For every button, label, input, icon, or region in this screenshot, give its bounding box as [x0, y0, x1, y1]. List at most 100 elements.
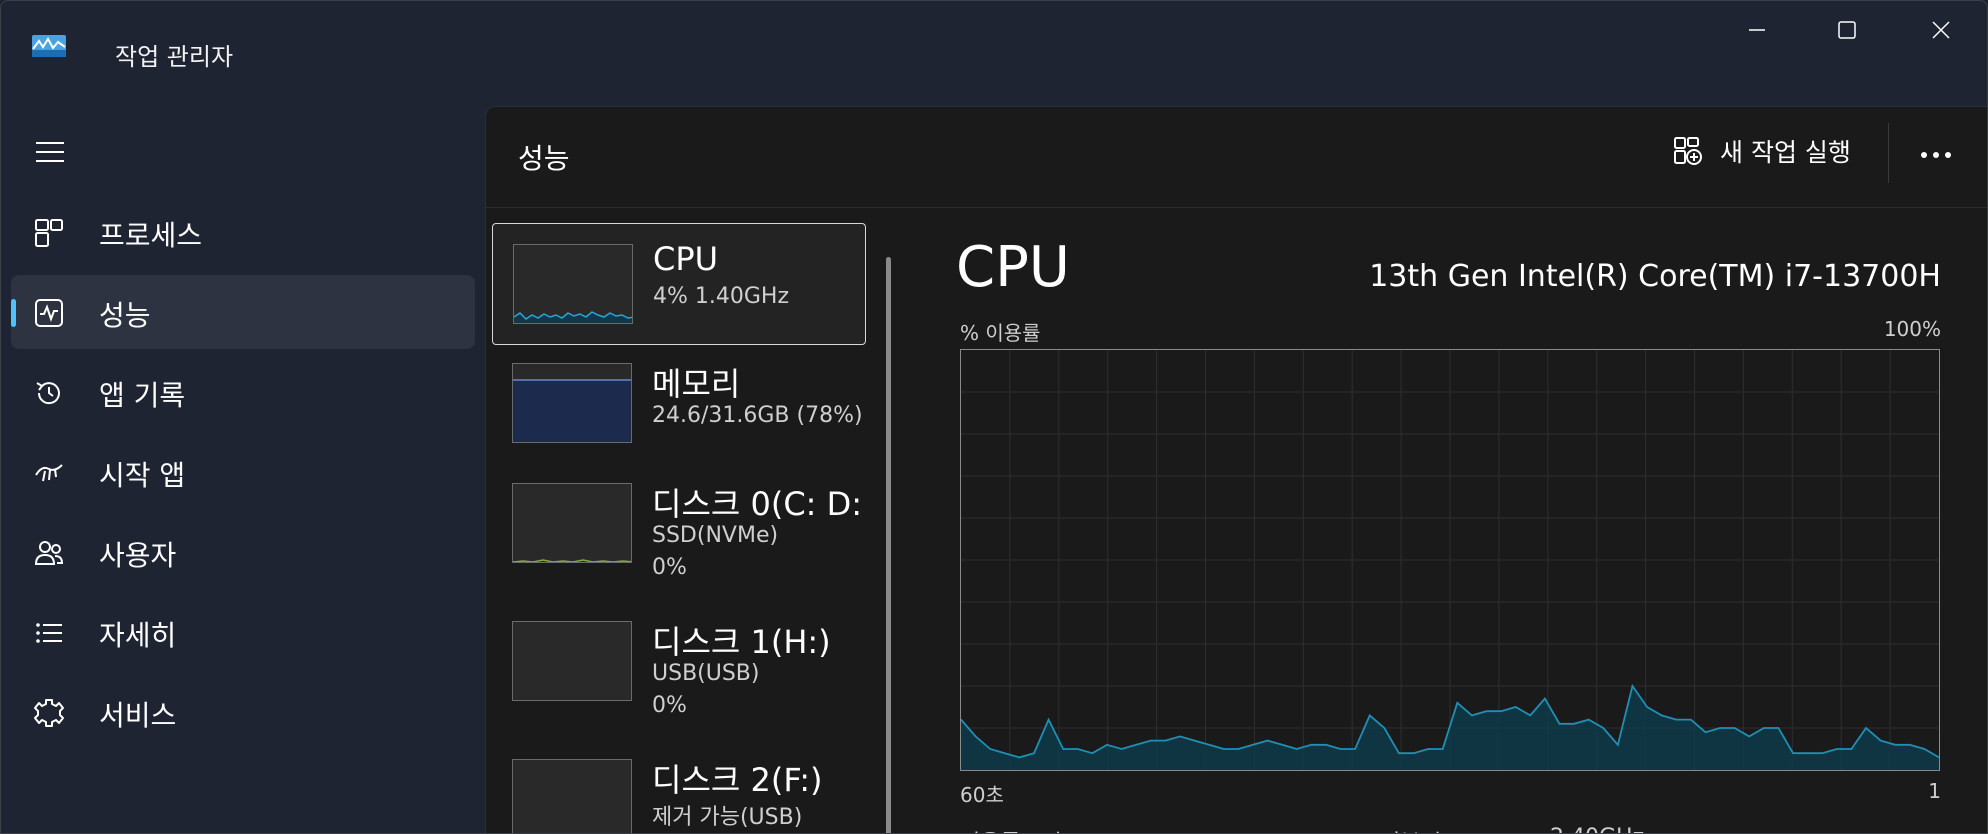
cpu-utilization-point	[1106, 744, 1108, 746]
resource-item-disk1[interactable]: 디스크 1(H:) USB(USB) 0%	[492, 601, 866, 723]
cpu-utilization-point	[1339, 748, 1342, 750]
services-icon	[33, 697, 65, 729]
sidebar-item-services[interactable]: 서비스	[11, 675, 475, 749]
active-indicator	[11, 299, 16, 327]
stat-base-speed-label: 기본 속도:	[1380, 825, 1475, 833]
cpu-utilization-point	[1573, 723, 1575, 725]
detail-title: CPU	[956, 235, 1070, 300]
resource-item-memory[interactable]: 메모리 24.6/31.6GB (78%)	[492, 343, 866, 465]
cpu-utilization-point	[1544, 697, 1546, 700]
window-title: 작업 관리자	[115, 43, 234, 71]
cpu-utilization-point	[1748, 735, 1751, 738]
resource-value: 0%	[652, 693, 687, 718]
cpu-utilization-point	[974, 735, 977, 738]
sidebar-item-startup-apps[interactable]: 시작 앱	[11, 435, 475, 509]
cpu-utilization-point	[1062, 748, 1064, 750]
cpu-utilization-point	[1923, 748, 1926, 750]
hamburger-icon	[36, 142, 64, 162]
cpu-utilization-point	[1660, 714, 1663, 717]
memory-thumbnail-graph	[512, 363, 632, 443]
cpu-stats-row: 이용률 속도 기본 속도: 2.40GHz	[960, 825, 1940, 833]
resource-title: CPU	[653, 240, 719, 278]
resource-subtitle: SSD(NVMe)	[652, 523, 779, 548]
resource-subtitle: 24.6/31.6GB (78%)	[652, 403, 863, 428]
sidebar-item-label: 서비스	[99, 699, 177, 732]
cpu-utilization-point	[1675, 718, 1678, 721]
cpu-utilization-point	[1850, 748, 1853, 750]
time-axis-end-label: 1	[1928, 779, 1941, 803]
details-icon	[33, 617, 65, 649]
resource-title: 디스크 1(H:)	[652, 623, 831, 661]
cpu-utilization-point	[1485, 710, 1488, 712]
run-new-task-button[interactable]: 새 작업 실행	[1672, 131, 1851, 171]
hamburger-menu-button[interactable]	[35, 139, 65, 165]
cpu-utilization-point	[1733, 727, 1736, 729]
cpu-utilization-point	[1164, 739, 1167, 742]
cpu-utilization-point	[1427, 748, 1429, 750]
cpu-utilization-point	[1879, 739, 1882, 742]
cpu-utilization-point	[1310, 744, 1313, 746]
cpu-utilization-point	[1281, 744, 1283, 746]
disk1-thumbnail-graph	[512, 621, 632, 701]
resource-subtitle: 제거 가능(USB)	[652, 805, 803, 830]
cpu-utilization-point	[1398, 752, 1400, 754]
header-divider	[1888, 123, 1889, 183]
sidebar-item-users[interactable]: 사용자	[11, 515, 475, 589]
stat-speed-label: 속도	[1048, 825, 1088, 833]
maximize-button[interactable]	[1801, 1, 1893, 59]
disk2-thumbnail-graph	[512, 759, 632, 833]
processes-icon	[33, 217, 65, 249]
cpu-utilization-point	[1500, 710, 1502, 712]
cpu-utilization-point	[1836, 748, 1838, 750]
cpu-utilization-point	[1208, 744, 1210, 746]
cpu-utilization-point	[1777, 727, 1780, 729]
cpu-utilization-point	[989, 748, 991, 750]
task-manager-logo-icon	[32, 35, 66, 57]
cpu-utilization-point	[1091, 752, 1094, 754]
sidebar-item-processes[interactable]: 프로세스	[11, 195, 475, 269]
minimize-button[interactable]	[1711, 1, 1803, 59]
close-icon	[1932, 21, 1950, 39]
cpu-utilization-point	[1514, 706, 1517, 708]
sidebar-item-label: 앱 기록	[99, 379, 186, 412]
sidebar-item-app-history[interactable]: 앱 기록	[11, 355, 475, 429]
more-options-button[interactable]	[1900, 131, 1972, 179]
resource-item-disk0[interactable]: 디스크 0(C: D: I SSD(NVMe) 0%	[492, 463, 866, 585]
close-button[interactable]	[1895, 1, 1987, 59]
utilization-axis-label: % 이용률	[960, 321, 1041, 345]
users-icon	[33, 537, 65, 569]
time-axis-start-label: 60초	[960, 783, 1004, 807]
cpu-utilization-point	[1193, 739, 1196, 742]
cpu-utilization-point	[1602, 727, 1605, 729]
startup-icon	[33, 457, 65, 489]
resource-list-scrollbar[interactable]	[886, 257, 891, 833]
cpu-utilization-point	[1222, 748, 1225, 750]
cpu-thumbnail-graph	[513, 244, 633, 324]
sidebar-item-details[interactable]: 자세히	[11, 595, 475, 669]
sidebar-item-label: 사용자	[99, 539, 177, 572]
cpu-utilization-point	[1894, 744, 1897, 746]
stat-utilization-label: 이용률	[960, 825, 1021, 833]
cpu-utilization-point	[1252, 744, 1254, 746]
cpu-utilization-point	[1149, 739, 1152, 742]
cpu-utilization-point	[1763, 727, 1765, 729]
resource-item-cpu[interactable]: CPU 4% 1.40GHz	[492, 223, 866, 345]
cpu-utilization-point	[1471, 714, 1473, 717]
sidebar-item-performance[interactable]: 성능	[11, 275, 475, 349]
performance-panel: 성능 새 작업 실행 CPU 4% 1.40GHz 메모리 24.6/31.6G…	[485, 106, 1987, 833]
cpu-utilization-point	[1018, 756, 1021, 759]
task-manager-window: 작업 관리자 프로세스 성능 앱 기록 시작 앱 사용자 자세히 서비스 성능 …	[0, 0, 1988, 834]
cpu-utilization-point	[1033, 752, 1035, 754]
resource-title: 디스크 2(F:)	[652, 761, 823, 799]
history-icon	[33, 377, 65, 409]
cpu-utilization-point	[1646, 706, 1648, 708]
sidebar-item-label: 자세히	[99, 619, 177, 652]
cpu-utilization-point	[1383, 727, 1386, 729]
cpu-model-name: 13th Gen Intel(R) Core(TM) i7-13700H	[1369, 259, 1941, 294]
header-separator	[486, 207, 1987, 208]
performance-icon	[33, 297, 65, 329]
sidebar-item-label: 프로세스	[99, 219, 203, 252]
cpu-utilization-point	[1909, 744, 1911, 746]
resource-item-disk2[interactable]: 디스크 2(F:) 제거 가능(USB)	[492, 739, 866, 833]
cpu-utilization-point	[1354, 748, 1356, 750]
